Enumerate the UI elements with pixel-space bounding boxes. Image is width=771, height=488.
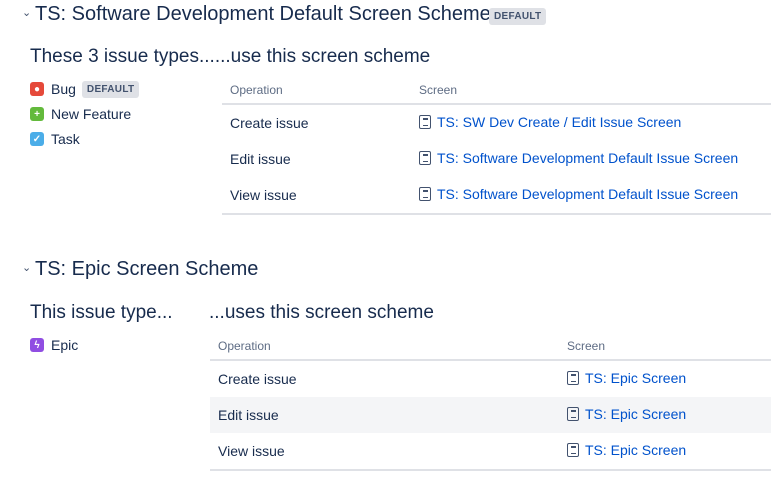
table-row: View issue TS: Epic Screen <box>210 433 771 471</box>
screen-link-label: TS: SW Dev Create / Edit Issue Screen <box>437 114 682 130</box>
default-badge: DEFAULT <box>81 80 140 98</box>
default-badge: DEFAULT <box>489 8 547 25</box>
issue-types-heading: These 3 issue types......use this screen… <box>30 46 431 67</box>
operations-table: Operation Screen Create issue TS: Epic Scr… <box>210 333 771 471</box>
screen-link[interactable]: TS: SW Dev Create / Edit Issue Screen <box>419 114 681 130</box>
operation-cell: Edit issue <box>230 151 291 167</box>
operation-cell: Edit issue <box>210 397 559 433</box>
column-operation: Operation <box>210 333 559 361</box>
issue-type-label: Bug <box>51 81 76 97</box>
bug-icon: ● <box>30 82 44 96</box>
operations-table: Operation Screen Create issue TS: SW Dev C… <box>222 77 771 215</box>
table-row: Edit issue TS: Software Development Defau… <box>222 141 771 177</box>
column-screen: Screen <box>411 77 771 105</box>
issue-type-epic: ϟ Epic <box>30 335 78 355</box>
new-feature-icon: + <box>30 107 44 121</box>
collapse-chevron-icon[interactable]: ⌄ <box>22 261 31 274</box>
operation-cell: Create issue <box>230 115 309 131</box>
screen-link-label: TS: Software Development Default Issue S… <box>437 186 739 202</box>
operation-cell: View issue <box>210 433 559 471</box>
column-screen: Screen <box>559 333 771 361</box>
screen-link[interactable]: TS: Epic Screen <box>567 406 686 422</box>
screen-link[interactable]: TS: Software Development Default Issue S… <box>419 186 738 202</box>
screen-link[interactable]: TS: Epic Screen <box>567 442 686 458</box>
table-row: Create issue TS: Epic Screen <box>210 360 771 397</box>
screen-icon <box>567 407 579 421</box>
screen-icon <box>419 151 431 165</box>
issue-type-list: ● Bug DEFAULT + New Feature ✓ Task <box>30 79 140 149</box>
scheme-title: TS: Epic Screen Scheme <box>35 258 259 280</box>
issue-type-label: Task <box>51 131 80 147</box>
screen-icon <box>419 115 431 129</box>
screen-icon <box>567 443 579 457</box>
issue-type-bug: ● Bug DEFAULT <box>30 79 140 99</box>
operation-cell: Create issue <box>218 371 297 387</box>
table-row: View issue TS: Software Development Defau… <box>222 177 771 215</box>
issue-type-label: New Feature <box>51 106 132 122</box>
column-operation: Operation <box>222 77 411 105</box>
screen-link-label: TS: Epic Screen <box>585 370 687 386</box>
table-row: Create issue TS: SW Dev Create / Edit Iss… <box>222 104 771 141</box>
screen-link-label: TS: Software Development Default Issue S… <box>437 150 739 166</box>
screen-link[interactable]: TS: Epic Screen <box>567 370 686 386</box>
operation-cell: View issue <box>222 177 411 215</box>
screen-icon <box>567 371 579 385</box>
issue-type-label: Epic <box>51 337 79 353</box>
screen-icon <box>419 187 431 201</box>
collapse-chevron-icon[interactable]: ⌄ <box>22 6 31 19</box>
screen-link[interactable]: TS: Software Development Default Issue S… <box>419 150 738 166</box>
epic-lightning-icon: ϟ <box>30 338 44 352</box>
scheme-title: TS: Software Development Default Screen … <box>35 3 491 25</box>
issue-type-list: ϟ Epic <box>30 335 78 355</box>
issue-type-new-feature: + New Feature <box>30 104 139 124</box>
issue-type-task: ✓ Task <box>30 129 139 149</box>
table-row: Edit issue TS: Epic Screen <box>210 397 771 433</box>
issue-types-heading: This issue type... <box>30 302 173 323</box>
screen-link-label: TS: Epic Screen <box>585 442 687 458</box>
screen-scheme-heading: ...uses this screen scheme <box>209 302 434 323</box>
task-check-icon: ✓ <box>30 132 44 146</box>
screen-link-label: TS: Epic Screen <box>585 406 687 422</box>
